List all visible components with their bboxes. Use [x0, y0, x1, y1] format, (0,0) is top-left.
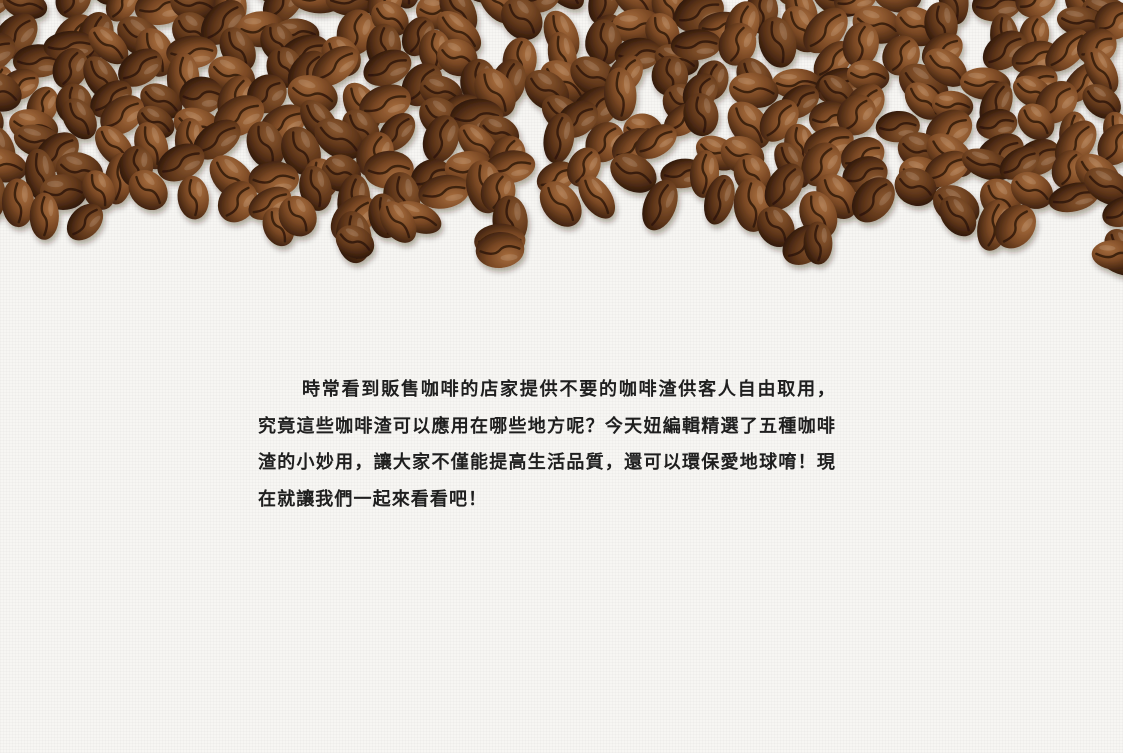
- coffee-bean: [177, 175, 209, 220]
- coffee-bean: [29, 192, 59, 240]
- coffee-beans-image: [0, 0, 1123, 276]
- intro-paragraph: 時常看到販售咖啡的店家提供不要的咖啡渣供客人自由取用，究竟這些咖啡渣可以應用在哪…: [258, 379, 836, 510]
- coffee-bean: [1091, 240, 1123, 270]
